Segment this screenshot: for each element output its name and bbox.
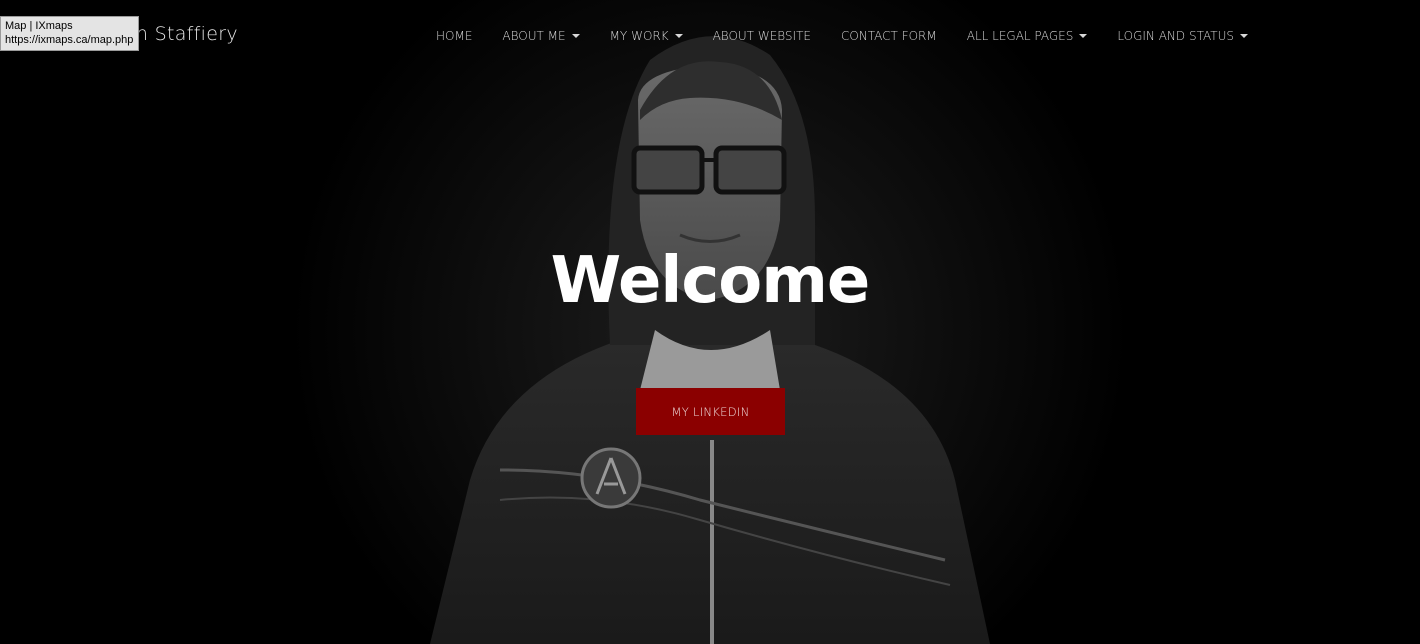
spartan-helmet-icon bbox=[580, 447, 642, 509]
nav-item-about-me[interactable]: ABOUT ME bbox=[487, 27, 594, 45]
nav-item-about-website[interactable]: ABOUT WEBSITE bbox=[698, 27, 826, 45]
nav-item-home[interactable]: HOME bbox=[421, 27, 487, 45]
nav-item-my-work[interactable]: MY WORK bbox=[595, 27, 698, 45]
link-status-tooltip: Map | IXmaps https://ixmaps.ca/map.php bbox=[0, 16, 140, 51]
caret-down-icon bbox=[571, 34, 580, 38]
nav-item-all-legal-pages[interactable]: ALL LEGAL PAGES bbox=[952, 27, 1103, 45]
navbar: ean Staffiery HOME ABOUT ME MY WORK ABOU… bbox=[0, 0, 1420, 72]
nav-item-contact-form[interactable]: CONTACT FORM bbox=[826, 27, 952, 45]
caret-down-icon bbox=[1240, 34, 1248, 38]
tooltip-url: https://ixmaps.ca/map.php bbox=[5, 34, 134, 46]
linkedin-button[interactable]: MY LINKEDIN bbox=[636, 388, 785, 435]
caret-down-icon bbox=[674, 34, 683, 38]
nav-item-label: ABOUT ME bbox=[502, 29, 566, 43]
nav-item-login-and-status[interactable]: LOGIN AND STATUS bbox=[1102, 27, 1263, 45]
page: ean Staffiery HOME ABOUT ME MY WORK ABOU… bbox=[0, 0, 1420, 644]
nav-item-label: ALL LEGAL PAGES bbox=[966, 29, 1074, 43]
nav-item-label: MY WORK bbox=[609, 29, 669, 43]
nav-item-label: LOGIN AND STATUS bbox=[1117, 29, 1234, 43]
tooltip-title: Map | IXmaps bbox=[5, 20, 73, 32]
caret-down-icon bbox=[1079, 34, 1088, 38]
nav-item-label: ABOUT WEBSITE bbox=[712, 29, 811, 43]
nav-item-label: CONTACT FORM bbox=[840, 29, 937, 43]
nav-item-label: HOME bbox=[436, 29, 473, 43]
hero-heading: Welcome bbox=[550, 244, 871, 318]
nav-menu: HOME ABOUT ME MY WORK ABOUT WEBSITE CONT… bbox=[421, 27, 1263, 45]
